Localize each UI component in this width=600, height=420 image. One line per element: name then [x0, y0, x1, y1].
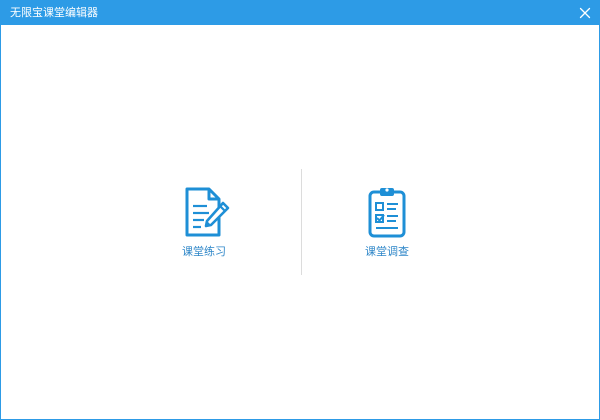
title-bar[interactable]: 无限宝课堂编辑器	[1, 1, 599, 25]
edit-document-icon	[177, 185, 231, 239]
class-exercise-label: 课堂练习	[182, 245, 226, 258]
class-exercise-button[interactable]: 课堂练习	[149, 185, 259, 285]
class-survey-button[interactable]: 课堂调查	[332, 185, 442, 285]
window-title: 无限宝课堂编辑器	[10, 6, 98, 19]
editor-window: 无限宝课堂编辑器 课堂练习 课堂调查	[0, 0, 600, 420]
class-survey-label: 课堂调查	[365, 245, 409, 258]
clipboard-checklist-icon	[360, 185, 414, 239]
close-icon[interactable]	[577, 5, 593, 21]
divider	[301, 169, 302, 275]
